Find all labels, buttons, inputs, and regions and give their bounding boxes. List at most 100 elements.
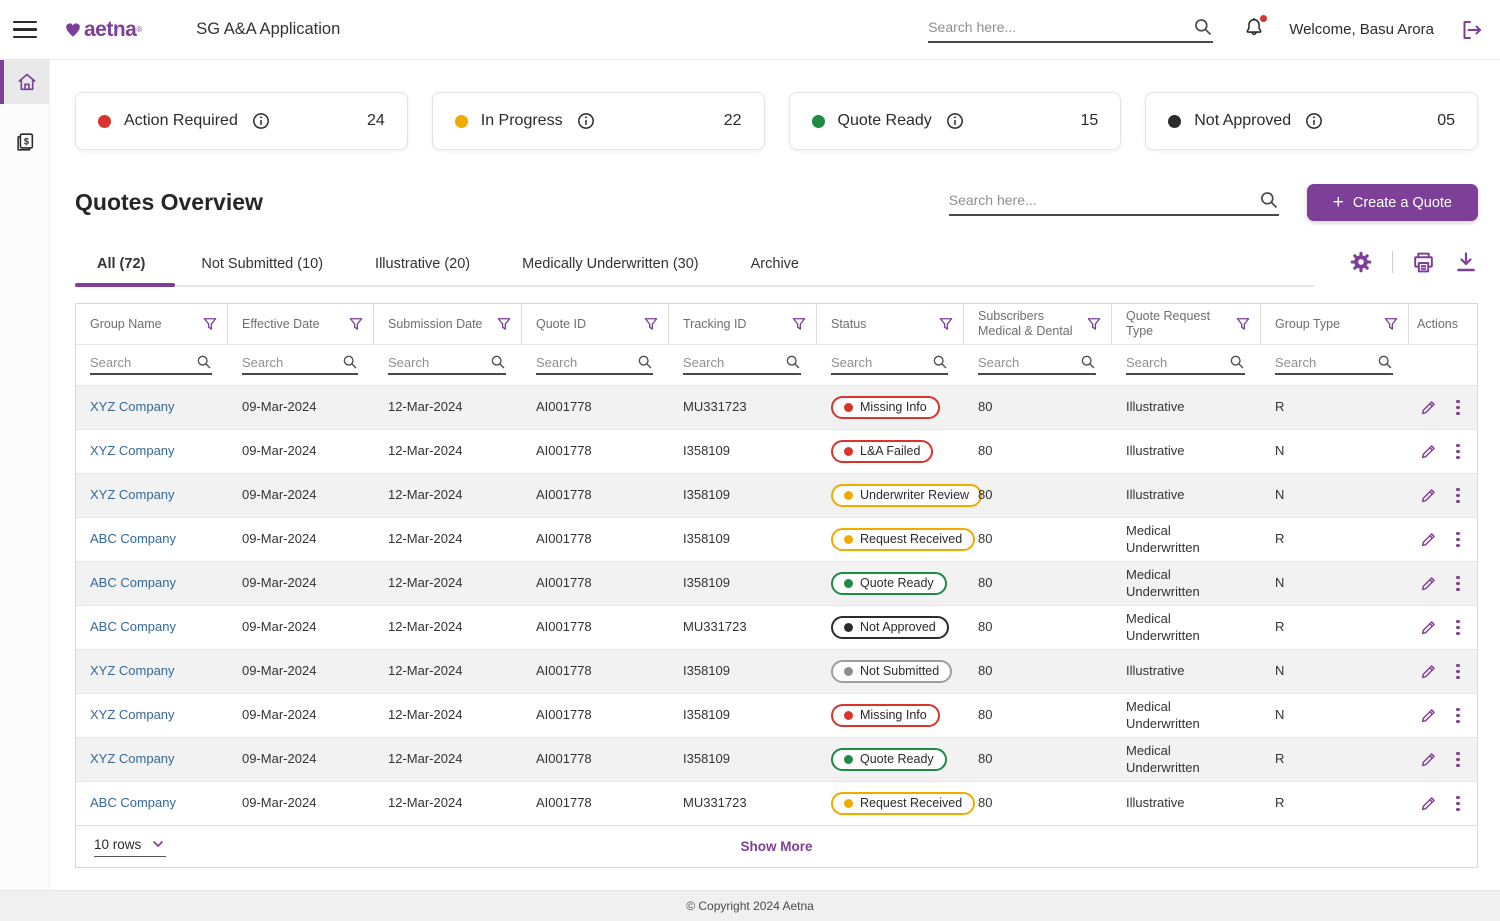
search-icon[interactable] [1193,17,1213,37]
edit-pencil-icon[interactable] [1419,442,1438,461]
group-name-link[interactable]: XYZ Company [90,487,175,503]
group-name-link[interactable]: ABC Company [90,619,176,635]
column-search[interactable] [90,354,212,375]
quote-request-type-cell: Medical Underwritten [1112,738,1232,781]
logout-icon[interactable] [1460,18,1484,42]
download-icon[interactable] [1454,250,1478,274]
filter-funnel-icon[interactable] [1382,315,1400,333]
column-search-input[interactable] [978,355,1080,370]
filter-funnel-icon[interactable] [937,315,955,333]
show-more-link[interactable]: Show More [740,839,812,854]
quote-request-type-cell: Illustrative [1112,430,1232,473]
edit-pencil-icon[interactable] [1419,398,1438,417]
column-header: Actions [1409,304,1477,344]
tab-all[interactable]: All (72) [75,245,175,285]
edit-pencil-icon[interactable] [1419,662,1438,681]
edit-pencil-icon[interactable] [1419,794,1438,813]
rows-per-page-select[interactable]: 10 rows [94,836,166,857]
column-search[interactable] [242,354,358,375]
edit-pencil-icon[interactable] [1419,530,1438,549]
sidebar-item-billing[interactable]: $ [0,120,49,164]
search-icon[interactable] [1259,190,1279,210]
kebab-menu-icon[interactable] [1453,529,1463,551]
tab-archive[interactable]: Archive [725,245,825,285]
column-search-input[interactable] [831,355,932,370]
quotes-search[interactable] [949,190,1279,216]
info-icon[interactable] [1304,111,1324,131]
status-dot [844,799,853,808]
sidebar-item-home[interactable] [0,60,49,104]
info-icon[interactable] [945,111,965,131]
group-name-link[interactable]: XYZ Company [90,751,175,767]
quote-request-type-cell: Illustrative [1112,782,1232,825]
kebab-menu-icon[interactable] [1453,573,1463,595]
kebab-menu-icon[interactable] [1453,793,1463,815]
column-search[interactable] [683,354,801,375]
group-type-cell: N [1261,650,1409,693]
edit-pencil-icon[interactable] [1419,574,1438,593]
filter-funnel-icon[interactable] [790,315,808,333]
column-search-input[interactable] [242,355,342,370]
group-type-cell: R [1261,782,1409,825]
column-search-input[interactable] [683,355,785,370]
print-icon[interactable] [1411,250,1436,275]
group-name-link[interactable]: ABC Company [90,575,176,591]
table-footer: 10 rows Show More [76,825,1477,867]
filter-funnel-icon[interactable] [201,315,219,333]
kebab-menu-icon[interactable] [1453,749,1463,771]
column-search-input[interactable] [388,355,490,370]
tab-medically-underwritten[interactable]: Medically Underwritten (30) [496,245,724,285]
search-icon [1229,354,1245,370]
column-search-input[interactable] [1126,355,1229,370]
info-icon[interactable] [251,111,271,131]
group-name-link[interactable]: XYZ Company [90,663,175,679]
edit-pencil-icon[interactable] [1419,618,1438,637]
kebab-menu-icon[interactable] [1453,661,1463,683]
column-search[interactable] [1275,354,1393,375]
kebab-menu-icon[interactable] [1453,441,1463,463]
filter-funnel-icon[interactable] [642,315,660,333]
column-search[interactable] [831,354,948,375]
edit-pencil-icon[interactable] [1419,486,1438,505]
column-search-input[interactable] [1275,355,1377,370]
kebab-menu-icon[interactable] [1453,485,1463,507]
group-name-link[interactable]: XYZ Company [90,443,175,459]
filter-funnel-icon[interactable] [347,315,365,333]
tab-not-submitted[interactable]: Not Submitted (10) [175,245,349,285]
column-search[interactable] [978,354,1096,375]
column-search[interactable] [388,354,506,375]
settings-gear-icon[interactable] [1348,249,1374,275]
hamburger-menu-icon[interactable] [0,21,50,39]
create-quote-button[interactable]: + Create a Quote [1307,184,1478,221]
global-search[interactable] [928,17,1213,43]
submission-date-cell: 12-Mar-2024 [374,650,522,693]
main-content: Action Required 24 In Progress 22 [50,92,1500,868]
filter-funnel-icon[interactable] [1085,315,1103,333]
plus-icon: + [1333,193,1344,212]
kebab-menu-icon[interactable] [1453,705,1463,727]
column-header: Submission Date [374,304,522,344]
submission-date-cell: 12-Mar-2024 [374,562,522,605]
kebab-menu-icon[interactable] [1453,617,1463,639]
quotes-search-input[interactable] [949,192,1259,208]
notifications-bell-icon[interactable] [1243,16,1265,43]
kebab-menu-icon[interactable] [1453,397,1463,419]
edit-pencil-icon[interactable] [1419,706,1438,725]
tab-illustrative[interactable]: Illustrative (20) [349,245,496,285]
column-search[interactable] [536,354,653,375]
status-dot-green [812,115,825,128]
group-name-link[interactable]: XYZ Company [90,399,175,415]
info-icon[interactable] [576,111,596,131]
edit-pencil-icon[interactable] [1419,750,1438,769]
group-name-link[interactable]: ABC Company [90,531,176,547]
column-search[interactable] [1126,354,1245,375]
group-name-link[interactable]: XYZ Company [90,707,175,723]
filter-funnel-icon[interactable] [1234,315,1252,333]
status-badge: Missing Info [831,704,940,727]
column-search-input[interactable] [90,355,196,370]
filter-funnel-icon[interactable] [495,315,513,333]
effective-date-cell: 09-Mar-2024 [228,738,374,781]
column-search-input[interactable] [536,355,637,370]
group-name-link[interactable]: ABC Company [90,795,176,811]
global-search-input[interactable] [928,19,1193,35]
